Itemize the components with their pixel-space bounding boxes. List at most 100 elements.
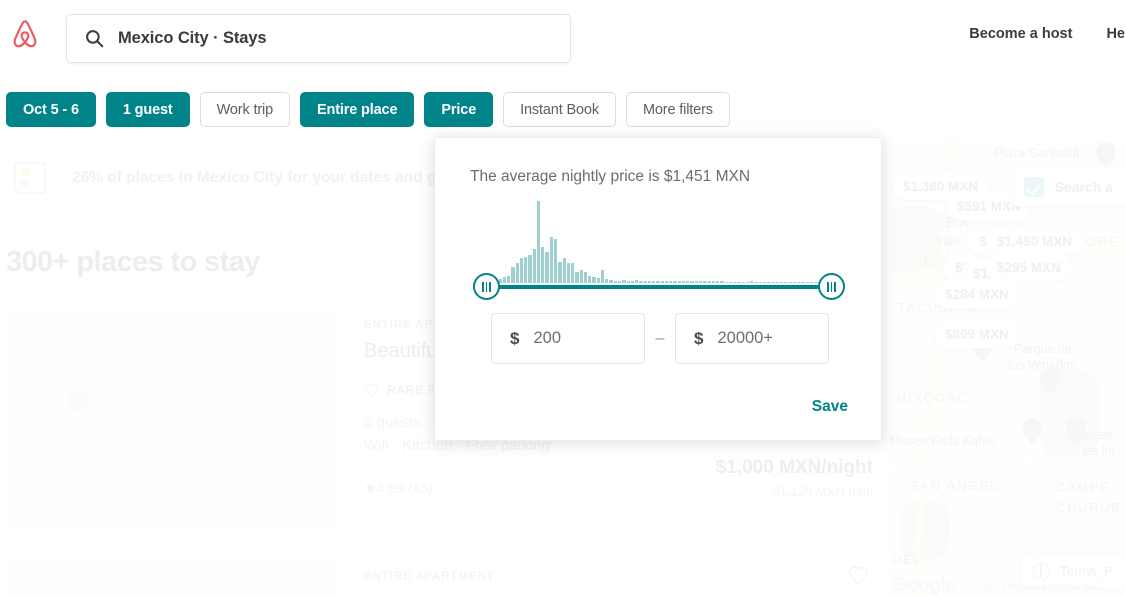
- listing-rating: ★4.89 (45): [364, 480, 433, 497]
- histogram-bar: [686, 281, 690, 283]
- filter-pill-dates[interactable]: Oct 5 - 6: [6, 92, 96, 127]
- histogram-bar: [754, 282, 758, 283]
- listing-photo[interactable]: [6, 309, 336, 527]
- histogram-bar: [575, 271, 579, 283]
- histogram-bar: [528, 255, 532, 283]
- search-input[interactable]: Mexico City · Stays: [66, 14, 571, 63]
- photo-shape: [68, 435, 90, 479]
- slider-track[interactable]: [473, 273, 845, 300]
- histogram-bar: [579, 269, 583, 283]
- map-label: Plaza Garibaldi: [994, 146, 1079, 160]
- google-logo: Google: [892, 574, 956, 595]
- search-as-i-move-label: Search a: [1054, 179, 1113, 195]
- histogram-bar: [635, 279, 639, 283]
- min-price-value: 200: [533, 329, 561, 347]
- map-price-marker[interactable]: $295 MXN: [986, 253, 1072, 281]
- filter-pill-more-filters[interactable]: More filters: [625, 92, 730, 127]
- histogram-bar: [647, 280, 652, 283]
- carousel-dot[interactable]: [214, 509, 218, 513]
- carousel-dot[interactable]: [160, 509, 166, 515]
- map-pin-icon[interactable]: [1022, 418, 1042, 444]
- histogram-bar: [792, 282, 797, 283]
- map-label: CAMPE: [1056, 480, 1111, 495]
- histogram-bar: [532, 248, 536, 283]
- airbnb-logo[interactable]: [8, 17, 42, 53]
- histogram-bar: [771, 282, 775, 283]
- listing-photo[interactable]: [6, 561, 336, 595]
- save-button[interactable]: Save: [812, 398, 848, 416]
- listing-details: ENTIRE APARTMENT: [336, 561, 881, 595]
- filter-pill-entire-place[interactable]: Entire place: [299, 92, 415, 127]
- histogram-bar: [814, 282, 818, 283]
- max-price-value: 20000+: [717, 329, 773, 347]
- listing-price-total: $1,129 MXN total: [772, 484, 873, 499]
- histogram-bar: [660, 281, 664, 283]
- heart-icon[interactable]: [847, 565, 869, 585]
- histogram-bar: [763, 282, 767, 283]
- filter-pill-price[interactable]: Price: [424, 92, 494, 127]
- histogram-bar: [809, 282, 814, 283]
- histogram-bar: [553, 238, 558, 283]
- map-panel[interactable]: Plaza Garibaldi El A Inde L ORE TACUBAYA…: [890, 140, 1125, 595]
- histogram-bar: [549, 237, 553, 283]
- histogram-bar: [788, 282, 792, 283]
- map-label: Museo Frida Kahlo: [890, 434, 995, 448]
- listing-type: ENTIRE APARTMENT: [364, 571, 495, 583]
- histogram-bar: [609, 279, 613, 283]
- header-nav: Become a host He: [969, 26, 1125, 42]
- carousel-dot[interactable]: [178, 509, 184, 515]
- filter-pill-work-trip[interactable]: Work trip: [199, 92, 290, 127]
- list-item[interactable]: ENTIRE APARTMENT: [6, 561, 881, 595]
- map-terms-label: Terms, P: [1059, 563, 1113, 579]
- histogram-bar: [613, 280, 617, 283]
- map-price-marker[interactable]: $1,490 MXN: [986, 227, 1084, 255]
- filter-pill-guests[interactable]: 1 guest: [105, 92, 190, 127]
- slider-handle-max[interactable]: [818, 273, 845, 300]
- map-price-marker[interactable]: $899 MXN: [934, 320, 1020, 348]
- review-count: (45): [407, 480, 433, 496]
- histogram-bar: [562, 258, 566, 283]
- photo-carousel-dots[interactable]: [6, 509, 336, 515]
- histogram-bar: [801, 282, 805, 283]
- histogram-bar: [699, 281, 703, 283]
- histogram-bar: [750, 280, 754, 283]
- histogram-bar: [545, 251, 549, 283]
- site-header: Mexico City · Stays Become a host He: [0, 0, 1125, 78]
- search-icon: [86, 30, 104, 48]
- map-pin-icon[interactable]: [1066, 418, 1086, 444]
- histogram-bar: [515, 263, 519, 283]
- filter-pill-instant-book[interactable]: Instant Book: [503, 92, 616, 127]
- histogram-bar: [664, 281, 669, 283]
- map-price-marker[interactable]: $284 MXN: [934, 280, 1020, 308]
- histogram-bar: [652, 281, 656, 283]
- checkbox-checked-icon[interactable]: [1023, 177, 1044, 197]
- gem-icon: [364, 383, 379, 397]
- map-pin-icon[interactable]: [1040, 368, 1060, 394]
- histogram-bar: [511, 266, 515, 283]
- map-label: Muse: [1082, 428, 1113, 442]
- slider-handle-min[interactable]: [473, 273, 500, 300]
- calendar-icon: [14, 162, 46, 194]
- carousel-dot[interactable]: [196, 509, 202, 515]
- histogram-bar: [507, 276, 511, 283]
- carousel-dot[interactable]: [124, 509, 130, 515]
- price-range-inputs: $ 200 – $ 20000+: [491, 313, 829, 364]
- filter-bar: Oct 5 - 6 1 guest Work trip Entire place…: [0, 92, 730, 127]
- carousel-dot[interactable]: [142, 509, 148, 515]
- nav-help[interactable]: He: [1106, 26, 1125, 42]
- star-icon: ★: [364, 480, 377, 496]
- histogram-bar: [592, 277, 596, 283]
- min-price-field[interactable]: $ 200: [491, 313, 645, 364]
- price-range-slider[interactable]: [470, 201, 848, 300]
- histogram-bar: [694, 281, 699, 283]
- price-histogram: [490, 201, 831, 283]
- histogram-bar: [707, 281, 711, 283]
- max-price-field[interactable]: $ 20000+: [675, 313, 829, 364]
- nav-become-a-host[interactable]: Become a host: [969, 26, 1072, 42]
- histogram-bar: [724, 282, 728, 283]
- map-label: SAN ÁNGEL: [910, 478, 999, 493]
- histogram-bar: [677, 281, 681, 283]
- histogram-bar: [797, 282, 801, 283]
- map-pin-icon[interactable]: [1096, 142, 1116, 168]
- search-as-i-move-toggle[interactable]: Search a: [1011, 168, 1125, 206]
